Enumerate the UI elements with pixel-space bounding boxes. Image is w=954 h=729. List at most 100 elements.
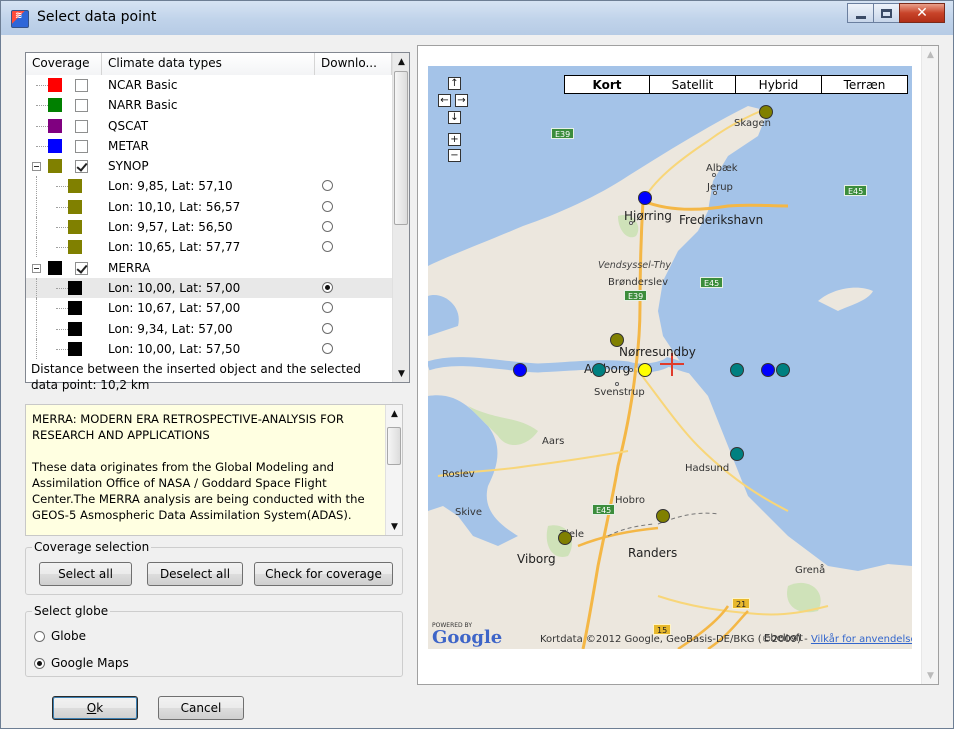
pan-up-icon[interactable]: ↑ (448, 77, 461, 90)
scroll-down-arrow-icon[interactable]: ▼ (922, 667, 939, 684)
zoom-in-icon[interactable]: + (448, 133, 461, 146)
synop-marker[interactable] (558, 531, 572, 545)
tree-category-row[interactable]: METAR (26, 136, 392, 156)
metar-marker[interactable] (638, 191, 652, 205)
place-bronderslev: Brønderslev (608, 277, 669, 288)
scroll-up-arrow-icon[interactable]: ▲ (922, 46, 939, 63)
tree-row-label: SYNOP (108, 159, 149, 174)
select-all-button[interactable]: Select all (39, 562, 132, 586)
column-header-climate-data-types[interactable]: Climate data types (102, 53, 315, 75)
coverage-checkbox[interactable] (75, 160, 88, 174)
coverage-checkbox[interactable] (75, 99, 88, 113)
minimize-button[interactable] (847, 3, 874, 23)
coverage-checkbox[interactable] (75, 119, 88, 133)
download-radio[interactable] (322, 302, 333, 314)
synop-marker[interactable] (610, 333, 624, 347)
map-panel-scrollbar[interactable]: ▲ ▼ (921, 46, 938, 684)
column-header-download[interactable]: Downlo... (315, 53, 392, 75)
pan-right-icon[interactable]: → (455, 94, 468, 107)
tree-rows: NCAR Basic NARR Basic QSCAT METAR SYNOP Lon: … (26, 75, 392, 382)
coverage-color-swatch (68, 199, 82, 214)
scroll-up-arrow-icon[interactable]: ▲ (386, 405, 402, 422)
dialog-client: Coverage Climate data types Downlo... NC… (9, 35, 947, 722)
google-logo[interactable]: POWERED BY Google (432, 622, 502, 647)
deselect-all-button[interactable]: Deselect all (147, 562, 243, 586)
scroll-thumb[interactable] (387, 427, 401, 465)
tree-connector (56, 247, 68, 249)
google-maps-radio[interactable] (34, 657, 45, 669)
tree-datapoint-row[interactable]: Lon: 9,57, Lat: 56,50 (26, 217, 392, 238)
tree-category-row[interactable]: NARR Basic (26, 95, 392, 115)
cancel-button[interactable]: Cancel (158, 696, 244, 720)
tree-category-row[interactable]: NCAR Basic (26, 75, 392, 95)
scroll-down-arrow-icon[interactable]: ▼ (393, 365, 409, 382)
terms-of-use-link[interactable]: Vilkår for anvendelse (811, 634, 912, 645)
globe-radio-option[interactable]: Globe (34, 627, 86, 645)
synop-marker[interactable] (656, 509, 670, 523)
google-map[interactable]: Kort Satellit Hybrid Terræn ↑ ← → ↓ + − … (428, 66, 912, 649)
collapse-toggle-icon[interactable] (32, 162, 41, 172)
zoom-out-icon[interactable]: − (448, 149, 461, 162)
download-radio[interactable] (322, 200, 333, 212)
pan-left-icon[interactable]: ← (438, 94, 451, 107)
scroll-thumb[interactable] (394, 71, 408, 225)
column-header-coverage[interactable]: Coverage (26, 53, 102, 75)
merra-marker[interactable] (592, 363, 606, 377)
tree-vertical-scrollbar[interactable]: ▲ ▼ (392, 53, 409, 382)
tree-category-row[interactable]: QSCAT (26, 116, 392, 136)
select-globe-group: Select globe Globe Google Maps (25, 604, 403, 677)
map-type-terraen[interactable]: Terræn (821, 75, 908, 94)
download-radio[interactable] (322, 180, 333, 192)
close-button[interactable]: ✕ (899, 3, 945, 23)
merra-marker[interactable] (730, 363, 744, 377)
coverage-checkbox[interactable] (75, 261, 88, 275)
coverage-checkbox[interactable] (75, 79, 88, 92)
download-radio[interactable] (322, 221, 333, 233)
merra-marker[interactable] (730, 447, 744, 461)
metar-marker[interactable] (513, 363, 527, 377)
selected-merra-marker[interactable] (638, 363, 652, 377)
ok-label-rest: k (96, 701, 104, 715)
window-title: Select data point (37, 9, 157, 25)
tree-row-label: Lon: 10,10, Lat: 56,57 (108, 199, 241, 214)
title-bar[interactable]: ≋ Select data point ✕ (1, 1, 953, 35)
ok-button[interactable]: Ok (52, 696, 138, 720)
download-radio[interactable] (322, 322, 333, 334)
tree-datapoint-row[interactable]: Lon: 10,67, Lat: 57,00 (26, 298, 392, 319)
google-maps-radio-option[interactable]: Google Maps (34, 654, 129, 672)
place-aalborg: Aalborg (584, 362, 631, 376)
place-hadsund: Hadsund (685, 463, 730, 474)
tree-datapoint-row[interactable]: Lon: 10,00, Lat: 57,50 (26, 338, 392, 359)
tree-datapoint-row[interactable]: Lon: 9,34, Lat: 57,00 (26, 318, 392, 339)
tree-category-row[interactable]: SYNOP (26, 156, 392, 176)
download-radio[interactable] (322, 281, 333, 293)
tree-datapoint-row[interactable]: Lon: 10,65, Lat: 57,77 (26, 237, 392, 258)
tree-connector (36, 298, 37, 319)
map-type-kort[interactable]: Kort (564, 75, 650, 94)
tree-datapoint-row[interactable]: Lon: 10,10, Lat: 56,57 (26, 196, 392, 217)
download-radio[interactable] (322, 342, 333, 354)
download-radio[interactable] (322, 241, 333, 253)
scroll-down-arrow-icon[interactable]: ▼ (386, 518, 402, 535)
tree-connector (56, 227, 68, 229)
map-type-hybrid[interactable]: Hybrid (735, 75, 822, 94)
collapse-toggle-icon[interactable] (32, 263, 41, 273)
tree-row-label: Lon: 10,00, Lat: 57,50 (108, 341, 241, 356)
tree-category-row[interactable]: MERRA (26, 258, 392, 278)
map-type-satellit[interactable]: Satellit (649, 75, 736, 94)
scroll-up-arrow-icon[interactable]: ▲ (393, 53, 409, 70)
merra-marker[interactable] (776, 363, 790, 377)
tree-datapoint-row[interactable]: Lon: 10,00, Lat: 57,00 (26, 277, 392, 299)
coverage-checkbox[interactable] (75, 139, 88, 153)
tree-datapoint-row[interactable]: Lon: 9,85, Lat: 57,10 (26, 176, 392, 197)
check-for-coverage-button[interactable]: Check for coverage (254, 562, 393, 586)
metar-marker[interactable] (761, 363, 775, 377)
maximize-button[interactable] (873, 3, 900, 23)
climate-data-tree[interactable]: Coverage Climate data types Downlo... NC… (25, 52, 410, 383)
description-scrollbar[interactable]: ▲ ▼ (385, 405, 402, 535)
road-sign: 21 (732, 598, 751, 609)
synop-marker[interactable] (759, 105, 773, 119)
globe-radio[interactable] (34, 630, 45, 642)
pan-down-icon[interactable]: ↓ (448, 111, 461, 124)
coverage-color-swatch (68, 280, 82, 295)
